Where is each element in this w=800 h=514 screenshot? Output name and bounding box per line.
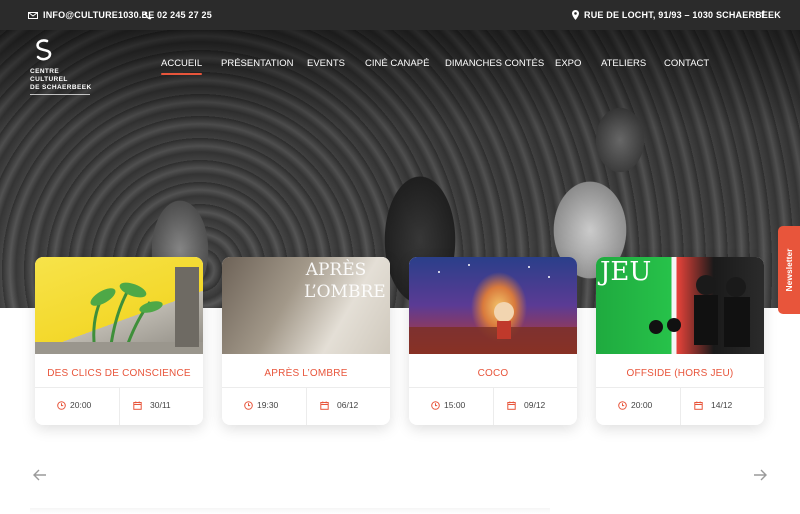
clock-icon	[57, 400, 66, 410]
event-time: 15:00	[431, 400, 465, 410]
poster-title-text: APRÈS L’OMBRE	[304, 260, 386, 302]
event-date: 09/12	[507, 400, 545, 410]
calendar-icon	[507, 401, 516, 410]
calendar-icon	[320, 401, 329, 410]
email-link[interactable]: INFO@CULTURE1030.BE	[28, 0, 154, 30]
event-title: COCO	[477, 368, 509, 379]
event-card[interactable]: APRÈS L’OMBRE APRÈS L’OMBRE 19:30 06/12	[222, 257, 390, 425]
event-poster	[409, 257, 577, 354]
carousel-prev-button[interactable]	[33, 468, 47, 486]
top-bar: INFO@CULTURE1030.BE 02 245 27 25 RUE DE …	[0, 0, 800, 30]
address-link[interactable]: RUE DE LOCHT, 91/93 – 1030 SCHAERBEEK	[572, 0, 781, 30]
section-shadow	[30, 508, 550, 514]
event-card[interactable]: DES CLICS DE CONSCIENCE 20:00 30/11	[35, 257, 203, 425]
clock-icon	[431, 400, 440, 410]
facebook-icon[interactable]: f	[761, 0, 765, 30]
email-text: INFO@CULTURE1030.BE	[43, 10, 155, 20]
nav-item-accueil[interactable]: ACCUEIL	[161, 58, 203, 75]
logo-rule	[30, 94, 90, 95]
card-divider-vertical	[119, 388, 120, 425]
site-logo[interactable]: CENTRE CULTUREL DE SCHAERBEEK	[30, 38, 94, 95]
event-poster	[35, 257, 203, 354]
event-date: 30/11	[133, 400, 171, 410]
event-card[interactable]: COCO 15:00 09/12	[409, 257, 577, 425]
map-pin-icon	[572, 10, 579, 20]
nav-item-dimanches-contes[interactable]: DIMANCHES CONTÉS	[445, 58, 544, 69]
nav-item-cine-canape[interactable]: CINÉ CANAPÉ	[365, 58, 429, 69]
card-divider-vertical	[680, 388, 681, 425]
event-time: 19:30	[244, 400, 278, 410]
nav-item-ateliers[interactable]: ATELIERS	[601, 58, 646, 69]
nav-item-contact[interactable]: CONTACT	[664, 58, 709, 69]
arrow-left-icon	[33, 469, 46, 481]
phone-link[interactable]: 02 245 27 25	[144, 0, 212, 30]
event-date: 06/12	[320, 400, 358, 410]
event-time: 20:00	[618, 400, 652, 410]
logo-line-2: DE SCHAERBEEK	[30, 84, 92, 91]
clock-icon	[618, 400, 627, 410]
carousel-next-button[interactable]	[753, 468, 767, 486]
event-poster: JEU	[596, 257, 764, 354]
phone-icon	[144, 11, 152, 19]
envelope-icon	[28, 11, 38, 19]
card-divider-vertical	[306, 388, 307, 425]
event-card[interactable]: JEU OFFSIDE (HORS JEU) 20:00 14/12	[596, 257, 764, 425]
phone-text: 02 245 27 25	[157, 10, 212, 20]
card-divider-vertical	[493, 388, 494, 425]
event-title: DES CLICS DE CONSCIENCE	[47, 368, 191, 379]
calendar-icon	[694, 401, 703, 410]
calendar-icon	[133, 401, 142, 410]
event-title: APRÈS L’OMBRE	[264, 368, 348, 379]
newsletter-tab[interactable]: Newsletter	[778, 226, 800, 314]
event-time: 20:00	[57, 400, 91, 410]
logo-mark-icon	[32, 38, 56, 62]
nav-item-presentation[interactable]: PRÉSENTATION	[221, 58, 294, 69]
nav-item-events[interactable]: EVENTS	[307, 58, 345, 69]
event-poster: APRÈS L’OMBRE	[222, 257, 390, 354]
logo-line-1: CENTRE CULTUREL	[30, 68, 68, 83]
arrow-right-icon	[754, 469, 767, 481]
address-text: RUE DE LOCHT, 91/93 – 1030 SCHAERBEEK	[584, 10, 781, 20]
clock-icon	[244, 400, 253, 410]
event-date: 14/12	[694, 400, 732, 410]
event-title: OFFSIDE (HORS JEU)	[626, 368, 734, 379]
nav-item-expo[interactable]: EXPO	[555, 58, 581, 69]
events-carousel: DES CLICS DE CONSCIENCE 20:00 30/11 APRÈ…	[0, 257, 800, 427]
nav-active-indicator	[161, 73, 203, 75]
